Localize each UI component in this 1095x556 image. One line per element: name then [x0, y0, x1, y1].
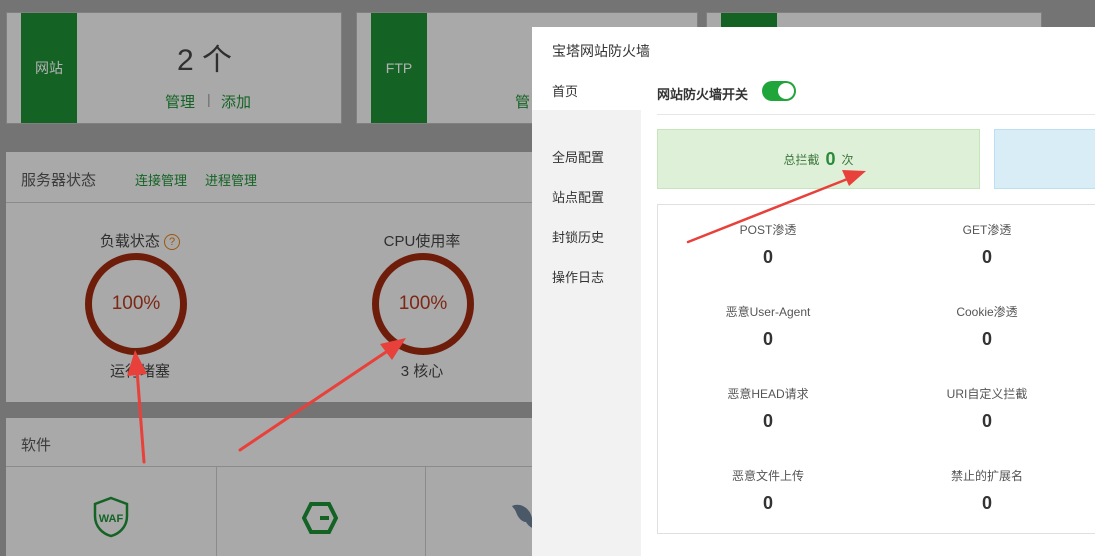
stat-value: 0 [762, 329, 773, 349]
info-box [994, 129, 1095, 189]
modal-header: 宝塔网站防火墙 [532, 27, 1095, 71]
stat-value: 0 [762, 411, 773, 431]
stat-value: 0 [981, 247, 992, 267]
stat-name: 恶意HEAD请求 [727, 387, 809, 401]
stat-name: URI自定义拦截 [946, 387, 1028, 401]
sidebar-item-label: 站点配置 [552, 189, 605, 205]
stat-value: 0 [762, 493, 773, 513]
total-intercept-box: 总拦截 0 次 [657, 129, 980, 189]
sidebar-item-operation-log[interactable]: 操作日志 [532, 256, 641, 296]
sidebar-item-label: 首页 [552, 83, 579, 99]
firewall-modal: 宝塔网站防火墙 首页 全局配置 站点配置 封锁历史 操作日志 网站防火墙开关 总… [532, 27, 1095, 556]
firewall-toggle[interactable] [762, 81, 796, 101]
stat-name: GET渗透 [962, 223, 1012, 237]
total-intercept-value: 0 [825, 148, 836, 169]
sidebar-item-site-config[interactable]: 站点配置 [532, 176, 641, 216]
stat-value: 0 [981, 411, 992, 431]
stat-name: POST渗透 [739, 223, 797, 237]
modal-title: 宝塔网站防火墙 [552, 43, 650, 59]
stat-name: 恶意文件上传 [731, 469, 804, 483]
stat-value: 0 [981, 329, 992, 349]
stat-value: 0 [981, 493, 992, 513]
stat-name: 恶意User-Agent [725, 305, 811, 319]
stat-name: 禁止的扩展名 [950, 469, 1023, 483]
sidebar-item-block-history[interactable]: 封锁历史 [532, 216, 641, 256]
sidebar-item-label: 封锁历史 [552, 229, 605, 245]
firewall-switch-label: 网站防火墙开关 [657, 87, 749, 102]
attack-stats-grid: POST渗透 0 GET渗透 0 恶意User-Agent 0 Cookie渗透… [657, 204, 1095, 534]
sidebar-item-home[interactable]: 首页 [532, 70, 641, 110]
modal-sidebar: 首页 全局配置 站点配置 封锁历史 操作日志 [532, 70, 641, 556]
stat-name: Cookie渗透 [956, 305, 1018, 319]
sidebar-item-global-config[interactable]: 全局配置 [532, 136, 641, 176]
total-intercept-unit: 次 [841, 152, 854, 167]
modal-content: 网站防火墙开关 总拦截 0 次 POST渗透 0 GET渗透 0 恶意User-… [641, 70, 1095, 556]
stat-value: 0 [762, 247, 773, 267]
toggle-knob [778, 83, 794, 99]
sidebar-item-label: 操作日志 [552, 269, 605, 285]
sidebar-item-label: 全局配置 [552, 149, 605, 165]
total-intercept-label: 总拦截 [783, 152, 820, 167]
divider [657, 114, 1095, 115]
